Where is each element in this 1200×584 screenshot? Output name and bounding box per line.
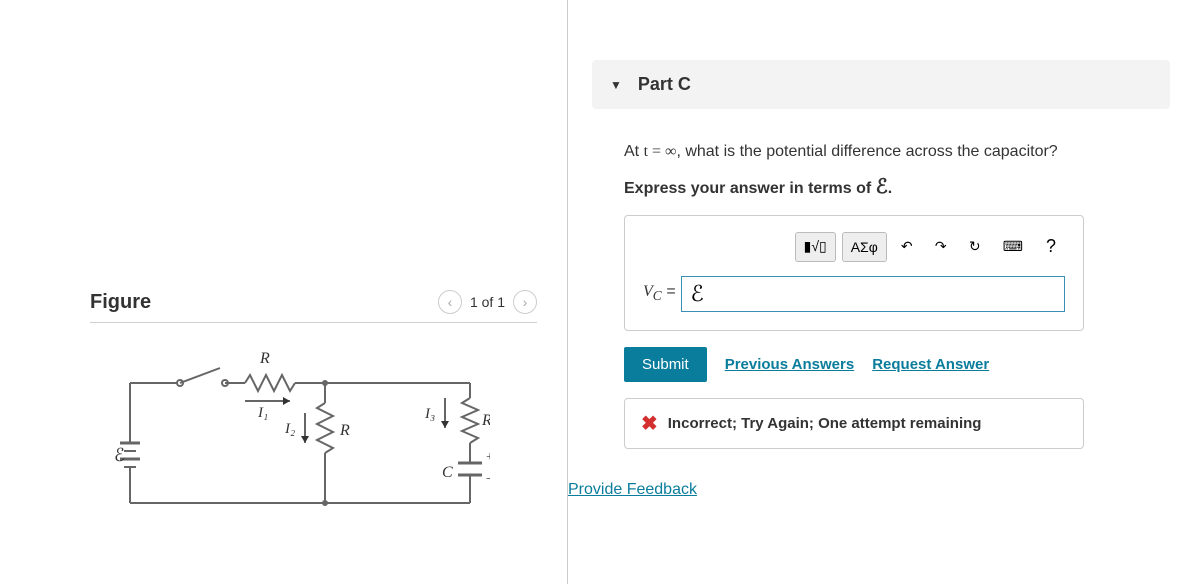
svg-text:R: R: [481, 412, 490, 429]
equation-toolbar: ▮√▯ ΑΣφ ↶ ↷ ↻ ⌨ ?: [643, 232, 1065, 262]
caret-down-icon: ▼: [610, 78, 622, 92]
pager-text: 1 of 1: [470, 294, 505, 310]
q-suffix: , what is the potential difference acros…: [676, 143, 1057, 160]
q2-prefix: Express your answer in terms of: [624, 180, 876, 197]
incorrect-icon: ✖: [641, 411, 658, 436]
submit-button[interactable]: Submit: [624, 347, 707, 382]
help-button[interactable]: ?: [1037, 232, 1065, 262]
previous-answers-link[interactable]: Previous Answers: [725, 356, 855, 373]
question-text: At t = ∞, what is the potential differen…: [624, 139, 1170, 203]
figure-panel: Figure ‹ 1 of 1 › ℰ: [0, 0, 568, 584]
reset-button[interactable]: ↻: [961, 232, 989, 262]
part-title: Part C: [638, 74, 691, 95]
q2-symbol: ℰ: [876, 176, 888, 198]
svg-text:I₂: I₂: [284, 421, 295, 437]
svg-text:−Q: −Q: [486, 472, 490, 487]
q-prefix: At: [624, 143, 644, 160]
svg-text:+Q: +Q: [486, 450, 490, 465]
svg-text:I₁: I₁: [257, 405, 268, 421]
svg-text:R: R: [339, 422, 350, 439]
provide-feedback-link[interactable]: Provide Feedback: [568, 481, 1170, 499]
svg-text:I₃: I₃: [424, 406, 435, 422]
pager-next-button[interactable]: ›: [513, 290, 537, 314]
circuit-diagram: ℰ R I₁ R: [110, 343, 490, 523]
greek-button[interactable]: ΑΣφ: [842, 232, 887, 262]
pager-prev-button[interactable]: ‹: [438, 290, 462, 314]
request-answer-link[interactable]: Request Answer: [872, 356, 989, 373]
answer-input[interactable]: [681, 276, 1065, 312]
svg-text:C: C: [442, 464, 453, 481]
svg-text:R: R: [259, 350, 270, 367]
figure-title: Figure: [90, 291, 151, 314]
question-panel: ▼ Part C At t = ∞, what is the potential…: [568, 0, 1200, 584]
feedback-box: ✖ Incorrect; Try Again; One attempt rema…: [624, 398, 1084, 449]
part-header[interactable]: ▼ Part C: [592, 60, 1170, 109]
keyboard-button[interactable]: ⌨: [995, 232, 1031, 262]
action-row: Submit Previous Answers Request Answer: [624, 347, 1170, 382]
undo-button[interactable]: ↶: [893, 232, 921, 262]
answer-box: ▮√▯ ΑΣφ ↶ ↷ ↻ ⌨ ? VC =: [624, 215, 1084, 331]
templates-button[interactable]: ▮√▯: [795, 232, 836, 262]
q2-suffix: .: [888, 180, 892, 197]
redo-button[interactable]: ↷: [927, 232, 955, 262]
figure-pager: ‹ 1 of 1 ›: [438, 290, 537, 314]
feedback-text: Incorrect; Try Again; One attempt remain…: [668, 415, 982, 432]
q-math: t = ∞: [644, 143, 677, 160]
answer-label: VC =: [643, 283, 675, 304]
svg-text:ℰ: ℰ: [114, 445, 125, 465]
